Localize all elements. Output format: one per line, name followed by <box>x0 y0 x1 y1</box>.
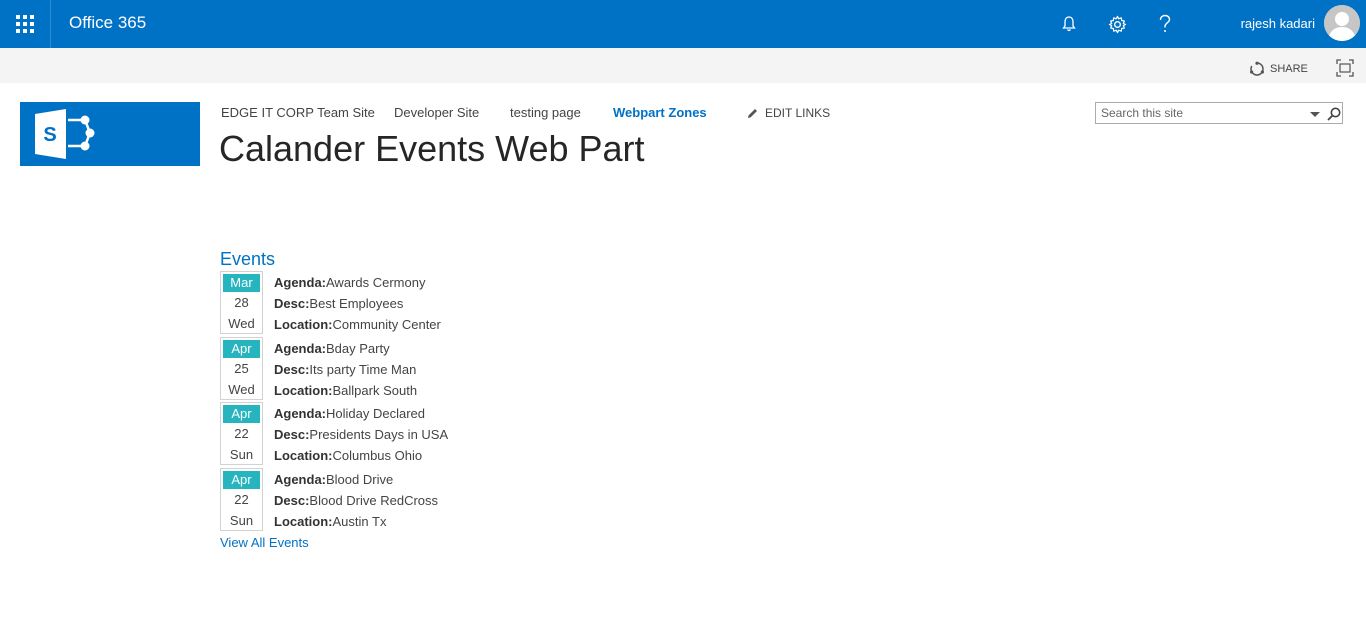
event-day: 22 <box>234 491 249 507</box>
event-desc: Desc:Presidents Days in USA <box>274 427 448 443</box>
agenda-value: Awards Cermony <box>326 275 426 290</box>
search-icon[interactable] <box>1326 106 1342 122</box>
desc-label: Desc: <box>274 361 310 377</box>
location-value: Community Center <box>332 317 441 332</box>
suite-bar: Office 365 rajesh kadari <box>0 0 1366 48</box>
location-label: Location: <box>274 513 333 529</box>
notifications-button[interactable] <box>1055 10 1083 38</box>
agenda-value: Holiday Declared <box>326 406 425 421</box>
bell-icon <box>1062 16 1076 32</box>
event-weekday: Wed <box>228 381 255 397</box>
event-location: Location:Columbus Ohio <box>274 448 422 464</box>
avatar[interactable] <box>1324 5 1360 41</box>
event-agenda: Agenda:Awards Cermony <box>274 275 425 291</box>
nav-link-webpart-zones[interactable]: Webpart Zones <box>613 105 707 120</box>
nav-link-testing-page[interactable]: testing page <box>510 105 581 120</box>
event-weekday: Sun <box>229 512 254 528</box>
event-location: Location:Austin Tx <box>274 514 386 530</box>
sharepoint-logo: S <box>35 109 95 159</box>
ribbon <box>0 48 1366 83</box>
event-date: Apr 22 Sun <box>220 467 263 531</box>
event-item: Mar 28 Wed Agenda:Awards Cermony Desc:Be… <box>220 271 520 337</box>
event-day: 28 <box>234 295 249 310</box>
event-day: 22 <box>234 426 249 441</box>
event-day: 25 <box>234 360 249 376</box>
nav-link-developer-site[interactable]: Developer Site <box>394 105 479 120</box>
settings-button[interactable] <box>1103 10 1131 38</box>
desc-value: Its party Time Man <box>309 361 417 377</box>
desc-value: Presidents Days in USA <box>309 427 449 442</box>
event-location: Location:Ballpark South <box>274 383 417 399</box>
event-location: Location:Community Center <box>274 317 441 333</box>
pencil-icon <box>748 108 757 118</box>
desc-label: Desc: <box>274 296 310 311</box>
event-item: Apr 22 Sun Agenda:Holiday Declared Desc:… <box>220 402 520 468</box>
desc-label: Desc: <box>274 492 310 508</box>
dropdown-caret-icon[interactable] <box>1308 107 1322 121</box>
page-title: Calander Events Web Part <box>219 128 645 169</box>
event-date: Mar 28 Wed <box>220 271 263 334</box>
agenda-label: Agenda: <box>274 471 326 487</box>
events-list: Mar 28 Wed Agenda:Awards Cermony Desc:Be… <box>220 271 520 533</box>
search-input[interactable] <box>1101 105 1291 121</box>
edit-links-label: EDIT LINKS <box>765 106 831 120</box>
event-desc: Desc:Best Employees <box>274 296 403 312</box>
person-silhouette-icon <box>1324 5 1360 41</box>
user-name[interactable]: rajesh kadari <box>1241 15 1315 33</box>
agenda-value: Blood Drive <box>326 471 394 487</box>
help-button[interactable] <box>1151 10 1179 38</box>
event-month: Mar <box>223 274 260 292</box>
location-value: Ballpark South <box>332 382 418 398</box>
event-desc: Desc:Blood Drive RedCross <box>274 493 438 509</box>
location-value: Austin Tx <box>332 513 387 529</box>
event-month: Apr <box>223 405 260 423</box>
brand-link[interactable]: Office 365 <box>69 12 146 34</box>
focus-icon <box>1336 59 1354 77</box>
nav-link-team-site[interactable]: EDGE IT CORP Team Site <box>221 105 375 120</box>
share-label: SHARE <box>1270 63 1308 75</box>
location-label: Location: <box>274 317 333 332</box>
desc-label: Desc: <box>274 427 310 442</box>
share-button[interactable]: SHARE <box>1249 61 1308 77</box>
event-agenda: Agenda:Bday Party <box>274 341 390 357</box>
location-label: Location: <box>274 382 333 398</box>
event-agenda: Agenda:Holiday Declared <box>274 406 425 422</box>
agenda-label: Agenda: <box>274 406 326 421</box>
view-all-events-link[interactable]: View All Events <box>220 535 309 551</box>
svg-text:S: S <box>43 124 56 146</box>
event-agenda: Agenda:Blood Drive <box>274 472 393 488</box>
focus-content-button[interactable] <box>1335 58 1355 78</box>
event-weekday: Wed <box>228 316 255 331</box>
event-weekday: Sun <box>229 447 254 462</box>
gear-icon <box>1108 15 1126 33</box>
share-icon <box>1250 61 1264 76</box>
desc-value: Best Employees <box>309 296 404 311</box>
site-logo[interactable]: S <box>20 102 200 166</box>
edit-links-button[interactable]: EDIT LINKS <box>746 106 830 120</box>
event-date: Apr 25 Wed <box>220 336 263 400</box>
desc-value: Blood Drive RedCross <box>309 492 439 508</box>
app-launcher-icon <box>16 15 34 33</box>
event-date: Apr 22 Sun <box>220 402 263 465</box>
agenda-label: Agenda: <box>274 275 326 290</box>
event-desc: Desc:Its party Time Man <box>274 362 416 378</box>
app-launcher-button[interactable] <box>0 0 51 48</box>
event-item: Apr 25 Wed Agenda:Bday Party Desc:Its pa… <box>220 336 520 403</box>
events-title[interactable]: Events <box>220 248 275 270</box>
location-value: Columbus Ohio <box>332 448 423 463</box>
event-month: Apr <box>223 470 260 489</box>
agenda-label: Agenda: <box>274 340 326 356</box>
site-search-box <box>1095 102 1343 124</box>
event-month: Apr <box>223 339 260 358</box>
help-icon <box>1159 14 1171 32</box>
location-label: Location: <box>274 448 333 463</box>
event-item: Apr 22 Sun Agenda:Blood Drive Desc:Blood… <box>220 467 520 534</box>
agenda-value: Bday Party <box>326 340 390 356</box>
